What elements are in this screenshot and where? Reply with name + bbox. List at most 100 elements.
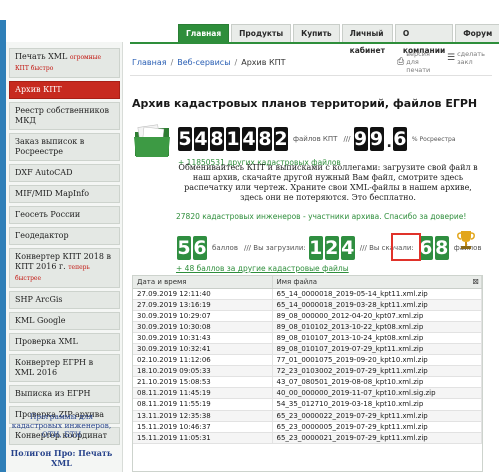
table-row[interactable]: 08.11.2019 11:55:19 54_35_012710_2019-03-… (133, 398, 482, 411)
column-header-filename[interactable]: Имя файла (272, 276, 482, 289)
cell-filename[interactable]: 40_00_000000_2019-11-07_kpt10.xml.sig.zi… (272, 387, 482, 400)
cell-filename[interactable]: 89_08_010102_2013-10-22_kpt08.xml.zip (272, 321, 482, 333)
table-row[interactable]: 27.09.2019 12:11:40 65_14_0000018_2019-05… (133, 288, 482, 300)
breadcrumb-separator: / (234, 58, 238, 67)
cell-filename[interactable]: 65_23_0000021_2019-07-29_kpt11.xml.zip (272, 432, 482, 444)
cell-date: 08.11.2019 11:45:19 (133, 387, 273, 400)
table-row[interactable]: 13.11.2019 12:35:38 65_23_0000022_2019-07… (133, 410, 482, 422)
sidebar-item-egrn-converter[interactable]: Конвертер ЕГРН в XML 2016 (9, 354, 120, 382)
cell-date: 21.10.2019 15:08:53 (133, 376, 273, 389)
sidebar-item-print-xml[interactable]: Печать XML огромные КПТ быстро (9, 48, 120, 78)
tab-buy[interactable]: Купить (293, 24, 340, 42)
info-text: Обменивайтесь КПТ и выписками с коллегам… (178, 163, 478, 202)
cell-filename[interactable]: 89_08_010107_2019-07-29_kpt11.xml.zip (272, 343, 482, 356)
sidebar-item-geoset[interactable]: Геосеть России (9, 206, 120, 224)
sidebar-item-mif-mapinfo[interactable]: MIF/MID MapInfo (9, 185, 120, 203)
column-header-date[interactable]: Дата и время (133, 276, 273, 289)
points-label: баллов (212, 244, 238, 252)
sidebar-item-kml-google[interactable]: KML Google (9, 312, 120, 330)
sidebar-item-egrn-extract[interactable]: Выписка из ЕГРН (9, 385, 120, 403)
breadcrumb-services[interactable]: Веб-сервисы (177, 58, 230, 67)
counter-digit: 6 (392, 127, 407, 151)
tab-home[interactable]: Главная (178, 24, 230, 42)
sidebar-item-label: DXF AutoCAD (15, 168, 73, 177)
cell-filename[interactable]: 65_23_0000022_2019-07-29_kpt11.xml.zip (272, 410, 482, 422)
counter-digit: 1 (308, 236, 323, 260)
table-row[interactable]: 30.09.2019 10:30:08 89_08_010102_2013-10-… (133, 321, 482, 333)
counter-digit: 9 (369, 127, 384, 151)
print-version-link[interactable]: ⎙версия для печати (397, 50, 440, 74)
sidebar-item-label: Реестр собственников МКД (15, 106, 109, 125)
counter-separator: /// (343, 135, 351, 143)
table-row[interactable]: 30.09.2019 10:29:07 89_08_000000_2012-04-… (133, 310, 482, 322)
table-row[interactable]: 15.11.2019 11:05:31 65_23_0000021_2019-07… (133, 432, 482, 444)
close-icon[interactable]: ⊠ (472, 277, 479, 286)
files-table: ⊠ Дата и время Имя файла 27.09.2019 12:1… (132, 275, 483, 472)
tab-forum[interactable]: Форум (455, 24, 499, 42)
cell-filename[interactable]: 65_14_0000018_2019-03-28_kpt11.xml.zip (272, 299, 482, 311)
cell-date: 30.09.2019 10:32:41 (133, 343, 273, 356)
tab-account[interactable]: Личный кабинет (341, 24, 393, 55)
sidebar-item-order-extracts[interactable]: Заказ выписок в Росреестре (9, 133, 120, 161)
table-row[interactable]: 30.09.2019 10:32:41 89_08_010107_2019-07-… (133, 343, 482, 356)
breadcrumb-current: Архив КПТ (241, 58, 286, 67)
counter-digit: 4 (194, 127, 208, 151)
table-row[interactable]: 15.11.2019 10:46:37 65_23_0000005_2019-07… (133, 421, 482, 433)
kpt-count-digits: 5 4 8 1 4 8 2 (178, 127, 290, 151)
tab-products[interactable]: Продукты (231, 24, 292, 42)
sidebar-item-label: Геосеть России (15, 210, 81, 219)
sidebar-item-geoeditor[interactable]: Геодедактор (9, 227, 120, 245)
sidebar-item-shp-arcgis[interactable]: SHP ArcGis (9, 291, 120, 309)
table-row[interactable]: 30.09.2019 10:31:43 89_08_010107_2013-10-… (133, 332, 482, 344)
cell-filename[interactable]: 89_08_000000_2012-04-20_kpt07.xml.zip (272, 310, 482, 322)
percent-label: % Росреестра (411, 135, 456, 143)
divider (130, 75, 492, 76)
page-title: Архив кадастровых планов территорий, фай… (132, 97, 478, 110)
table-row[interactable]: 21.10.2019 15:08:53 43_07_080501_2019-08-… (133, 376, 482, 389)
cell-filename[interactable]: 89_08_010107_2013-10-24_kpt08.xml.zip (272, 332, 482, 344)
sidebar-item-label: Заказ выписок в Росреестре (15, 137, 85, 156)
sidebar-item-label: Проверка XML (15, 337, 78, 346)
counter-digit: 8 (210, 127, 224, 151)
table-row[interactable]: 27.09.2019 13:16:19 65_14_0000018_2019-03… (133, 299, 482, 311)
sidebar-item-label: Архив КПТ (15, 85, 62, 94)
counter-digit: 2 (274, 127, 288, 151)
topnav-underline (130, 42, 499, 44)
cell-date: 02.10.2019 11:12:06 (133, 354, 273, 367)
cell-filename[interactable]: 72_23_0103002_2019-07-29_kpt11.xml.zip (272, 365, 482, 378)
trophy-icon[interactable] (457, 229, 475, 251)
cell-filename[interactable]: 65_14_0000018_2019-05-14_kpt11.xml.zip (272, 288, 482, 300)
cell-filename[interactable]: 54_35_012710_2019-03-18_kpt10.xml.zip (272, 398, 482, 411)
table-row[interactable]: 08.11.2019 11:45:19 40_00_000000_2019-11-… (133, 387, 482, 400)
sidebar-item-kpt-archive[interactable]: Архив КПТ (9, 81, 120, 99)
sidebar-item-dxf-autocad[interactable]: DXF AutoCAD (9, 164, 120, 182)
sidebar-item-check-xml[interactable]: Проверка XML (9, 333, 120, 351)
sidebar-item-owners-registry[interactable]: Реестр собственников МКД (9, 102, 120, 130)
tab-about[interactable]: О компании (394, 24, 454, 55)
counter-digit: 9 (353, 127, 368, 151)
cell-filename[interactable]: 43_07_080501_2019-08-08_kpt10.xml.zip (272, 376, 482, 389)
bookmark-link[interactable]: ☰ сделать закл (447, 50, 485, 66)
breadcrumb-separator: / (170, 58, 174, 67)
cell-filename[interactable]: 77_01_0001075_2019-09-20_kpt10.xml.zip (272, 354, 482, 367)
sidebar-item-kpt-converter[interactable]: Конвертер КПТ 2018 в КПТ 2016 г. теперь … (9, 248, 120, 288)
cell-date: 18.10.2019 09:05:33 (133, 365, 273, 378)
counter-digit: 6 (193, 236, 207, 260)
table-row[interactable]: 18.10.2019 09:05:33 72_23_0103002_2019-07… (133, 365, 482, 378)
breadcrumb: Главная / Веб-сервисы / Архив КПТ (132, 58, 286, 67)
counter-digit: 5 (178, 127, 192, 151)
sidebar: Печать XML огромные КПТ быстро Архив КПТ… (6, 42, 123, 472)
decimal-point: . (386, 135, 392, 151)
cell-date: 15.11.2019 10:46:37 (133, 421, 273, 433)
sidebar-footer-text[interactable]: Программы для кадастровых инженеров, ОТИ… (6, 412, 117, 439)
cell-filename[interactable]: 65_23_0000005_2019-07-29_kpt11.xml.zip (272, 421, 482, 433)
breadcrumb-home[interactable]: Главная (132, 58, 167, 67)
cell-date: 27.09.2019 13:16:19 (133, 299, 273, 311)
table-row[interactable]: 02.10.2019 11:12:06 77_01_0001075_2019-09… (133, 354, 482, 367)
more-points-link[interactable]: + 48 баллов за другие кадастровые файлы (176, 264, 349, 273)
print-version-label: версия для печати (406, 50, 431, 74)
counter-digit: 4 (242, 127, 256, 151)
sidebar-item-label: MIF/MID MapInfo (15, 189, 90, 198)
sidebar-footer-product[interactable]: Полигон Про: Печать XML (6, 448, 117, 468)
engineers-link[interactable]: 27820 кадастровых инженеров - участники … (176, 212, 466, 221)
